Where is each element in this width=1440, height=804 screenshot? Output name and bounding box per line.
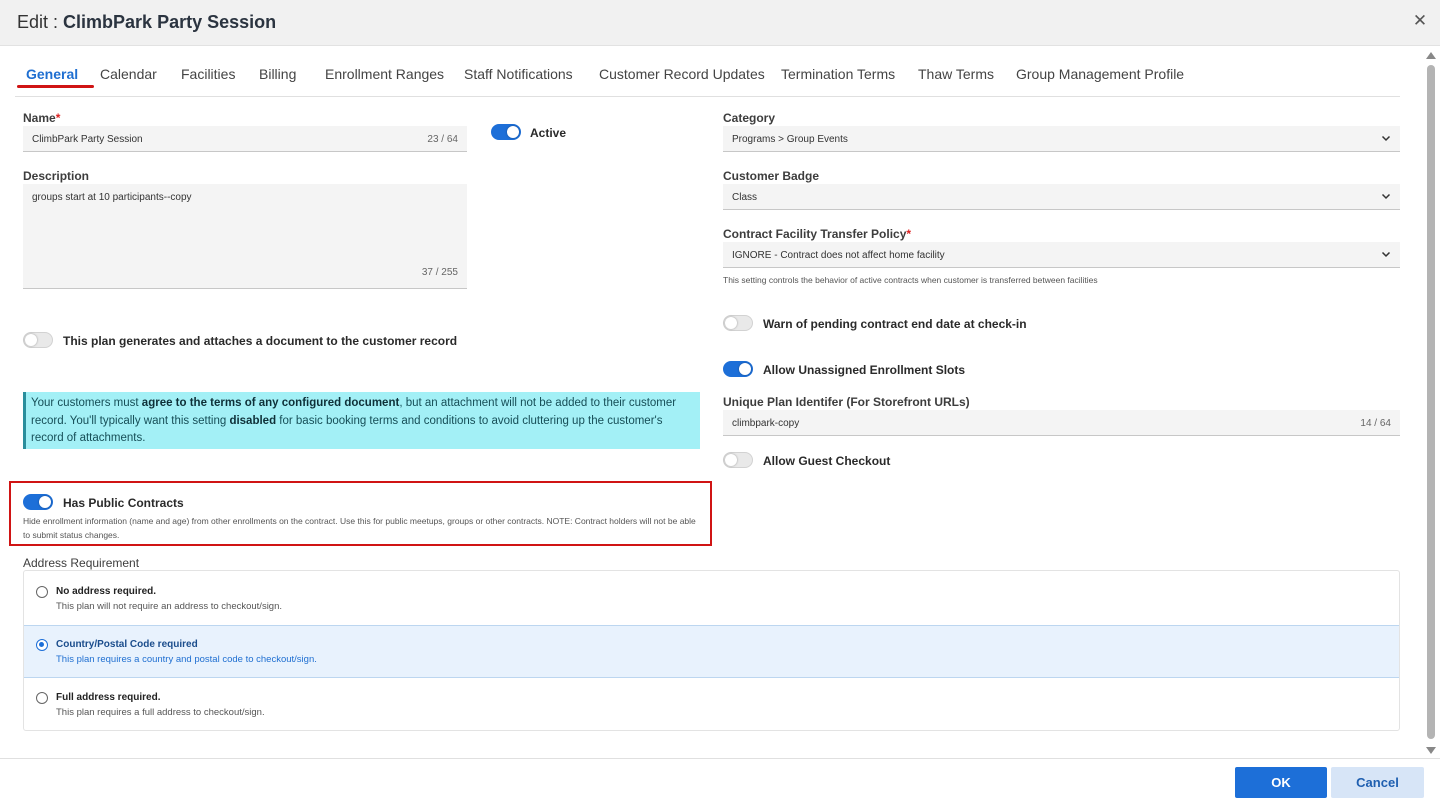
transfer-policy-select-value: IGNORE - Contract does not affect home f… (732, 250, 945, 261)
dialog-title: Edit : ClimbPark Party Session (17, 12, 276, 33)
category-select-value: Programs > Group Events (732, 134, 848, 145)
guest-checkout-label: Allow Guest Checkout (763, 454, 891, 468)
tab-facilities[interactable]: Facilities (181, 66, 235, 82)
description-field[interactable]: groups start at 10 participants--copy 37… (23, 184, 467, 289)
generates-document-toggle[interactable] (23, 332, 53, 348)
active-toggle-knob (507, 126, 519, 138)
name-field-value: ClimbPark Party Session (32, 134, 143, 145)
transfer-policy-select[interactable]: IGNORE - Contract does not affect home f… (723, 242, 1400, 268)
address-option-postal[interactable]: Country/Postal Code required This plan r… (24, 625, 1399, 678)
tab-billing[interactable]: Billing (259, 66, 296, 82)
document-info-box: Your customers must agree to the terms o… (23, 392, 700, 449)
public-contracts-hint: Hide enrollment information (name and ag… (23, 516, 696, 540)
warn-end-date-toggle[interactable] (723, 315, 753, 331)
dialog-title-name: ClimbPark Party Session (63, 12, 277, 32)
name-required-mark: * (55, 111, 61, 125)
address-option-full[interactable]: Full address required. This plan require… (24, 679, 1399, 732)
transfer-policy-hint: This setting controls the behavior of ac… (723, 275, 1098, 285)
dialog-header: Edit : ClimbPark Party Session ✕ (0, 0, 1440, 46)
name-char-count: 23 / 64 (427, 134, 458, 145)
plan-identifier-field[interactable]: climbpark-copy 14 / 64 (723, 410, 1400, 436)
transfer-policy-label: Contract Facility Transfer Policy* (723, 227, 911, 241)
address-requirement-label: Address Requirement (23, 556, 140, 570)
plan-identifier-char-count: 14 / 64 (1360, 418, 1391, 429)
tab-staff-notifications[interactable]: Staff Notifications (464, 66, 573, 82)
generates-document-toggle-knob (25, 334, 37, 346)
address-option-title: Country/Postal Code required (56, 639, 198, 650)
active-tab-underline (17, 85, 94, 88)
guest-checkout-toggle-knob (725, 454, 737, 466)
warn-end-date-toggle-knob (725, 317, 737, 329)
vertical-scrollbar[interactable] (1425, 50, 1437, 756)
scroll-down-icon[interactable] (1426, 747, 1436, 754)
plan-identifier-label: Unique Plan Identifer (For Storefront UR… (723, 395, 970, 409)
tab-bar: General Calendar Facilities Billing Enro… (15, 57, 1400, 97)
info-text-part1: Your customers must (31, 397, 142, 409)
warn-end-date-label: Warn of pending contract end date at che… (763, 317, 1027, 331)
address-option-subtitle: This plan will not require an address to… (56, 601, 283, 612)
unassigned-slots-toggle[interactable] (723, 361, 753, 377)
info-text-bold2: disabled (229, 414, 277, 427)
active-label: Active (530, 126, 567, 140)
generates-document-label: This plan generates and attaches a docum… (63, 334, 458, 348)
address-radio-full[interactable] (36, 692, 48, 704)
tab-termination-terms[interactable]: Termination Terms (781, 66, 895, 82)
tab-calendar[interactable]: Calendar (100, 66, 157, 82)
ok-button[interactable]: OK (1235, 767, 1327, 798)
badge-label: Customer Badge (723, 169, 820, 183)
badge-select[interactable]: Class (723, 184, 1400, 210)
dialog-title-prefix: Edit : (17, 12, 64, 32)
description-char-count: 37 / 255 (421, 267, 458, 278)
address-option-subtitle: This plan requires a country and postal … (56, 654, 317, 665)
name-label-text: Name (23, 111, 56, 125)
transfer-policy-label-text: Contract Facility Transfer Policy (723, 227, 907, 241)
cancel-button[interactable]: Cancel (1331, 767, 1424, 798)
tab-general[interactable]: General (26, 66, 78, 82)
dialog-footer: OK Cancel (0, 758, 1440, 804)
name-field[interactable]: ClimbPark Party Session 23 / 64 (23, 126, 467, 152)
name-label: Name* (23, 111, 60, 125)
unassigned-slots-toggle-knob (739, 363, 751, 375)
description-field-value: groups start at 10 participants--copy (32, 192, 192, 203)
address-option-title: Full address required. (56, 692, 161, 703)
guest-checkout-toggle[interactable] (723, 452, 753, 468)
plan-identifier-value: climbpark-copy (732, 418, 800, 429)
info-text-bold1: agree to the terms of any configured doc… (141, 397, 400, 409)
chevron-down-icon (1381, 135, 1391, 142)
tab-thaw-terms[interactable]: Thaw Terms (918, 66, 994, 82)
transfer-policy-required-mark: * (906, 227, 912, 241)
address-option-none[interactable]: No address required. This plan will not … (24, 573, 1399, 626)
scroll-thumb[interactable] (1427, 65, 1435, 739)
badge-select-value: Class (732, 192, 758, 203)
address-option-subtitle: This plan requires a full address to che… (56, 707, 265, 718)
unassigned-slots-label: Allow Unassigned Enrollment Slots (763, 363, 966, 377)
chevron-down-icon (1381, 251, 1391, 258)
address-radio-postal[interactable] (36, 639, 48, 651)
address-option-title: No address required. (56, 586, 157, 597)
category-label: Category (723, 111, 776, 125)
public-contracts-toggle[interactable] (23, 494, 53, 510)
description-label: Description (23, 169, 90, 183)
close-icon[interactable]: ✕ (1412, 12, 1428, 30)
scroll-up-icon[interactable] (1426, 52, 1436, 59)
category-select[interactable]: Programs > Group Events (723, 126, 1400, 152)
public-contracts-toggle-knob (39, 496, 51, 508)
address-options-list: No address required. This plan will not … (23, 570, 1400, 731)
tab-group-management-profile[interactable]: Group Management Profile (1016, 66, 1184, 82)
address-radio-none[interactable] (36, 586, 48, 598)
public-contracts-label: Has Public Contracts (63, 496, 184, 510)
tab-customer-record-updates[interactable]: Customer Record Updates (599, 66, 765, 82)
chevron-down-icon (1381, 193, 1391, 200)
tab-enrollment-ranges[interactable]: Enrollment Ranges (325, 66, 444, 82)
active-toggle[interactable] (491, 124, 521, 140)
